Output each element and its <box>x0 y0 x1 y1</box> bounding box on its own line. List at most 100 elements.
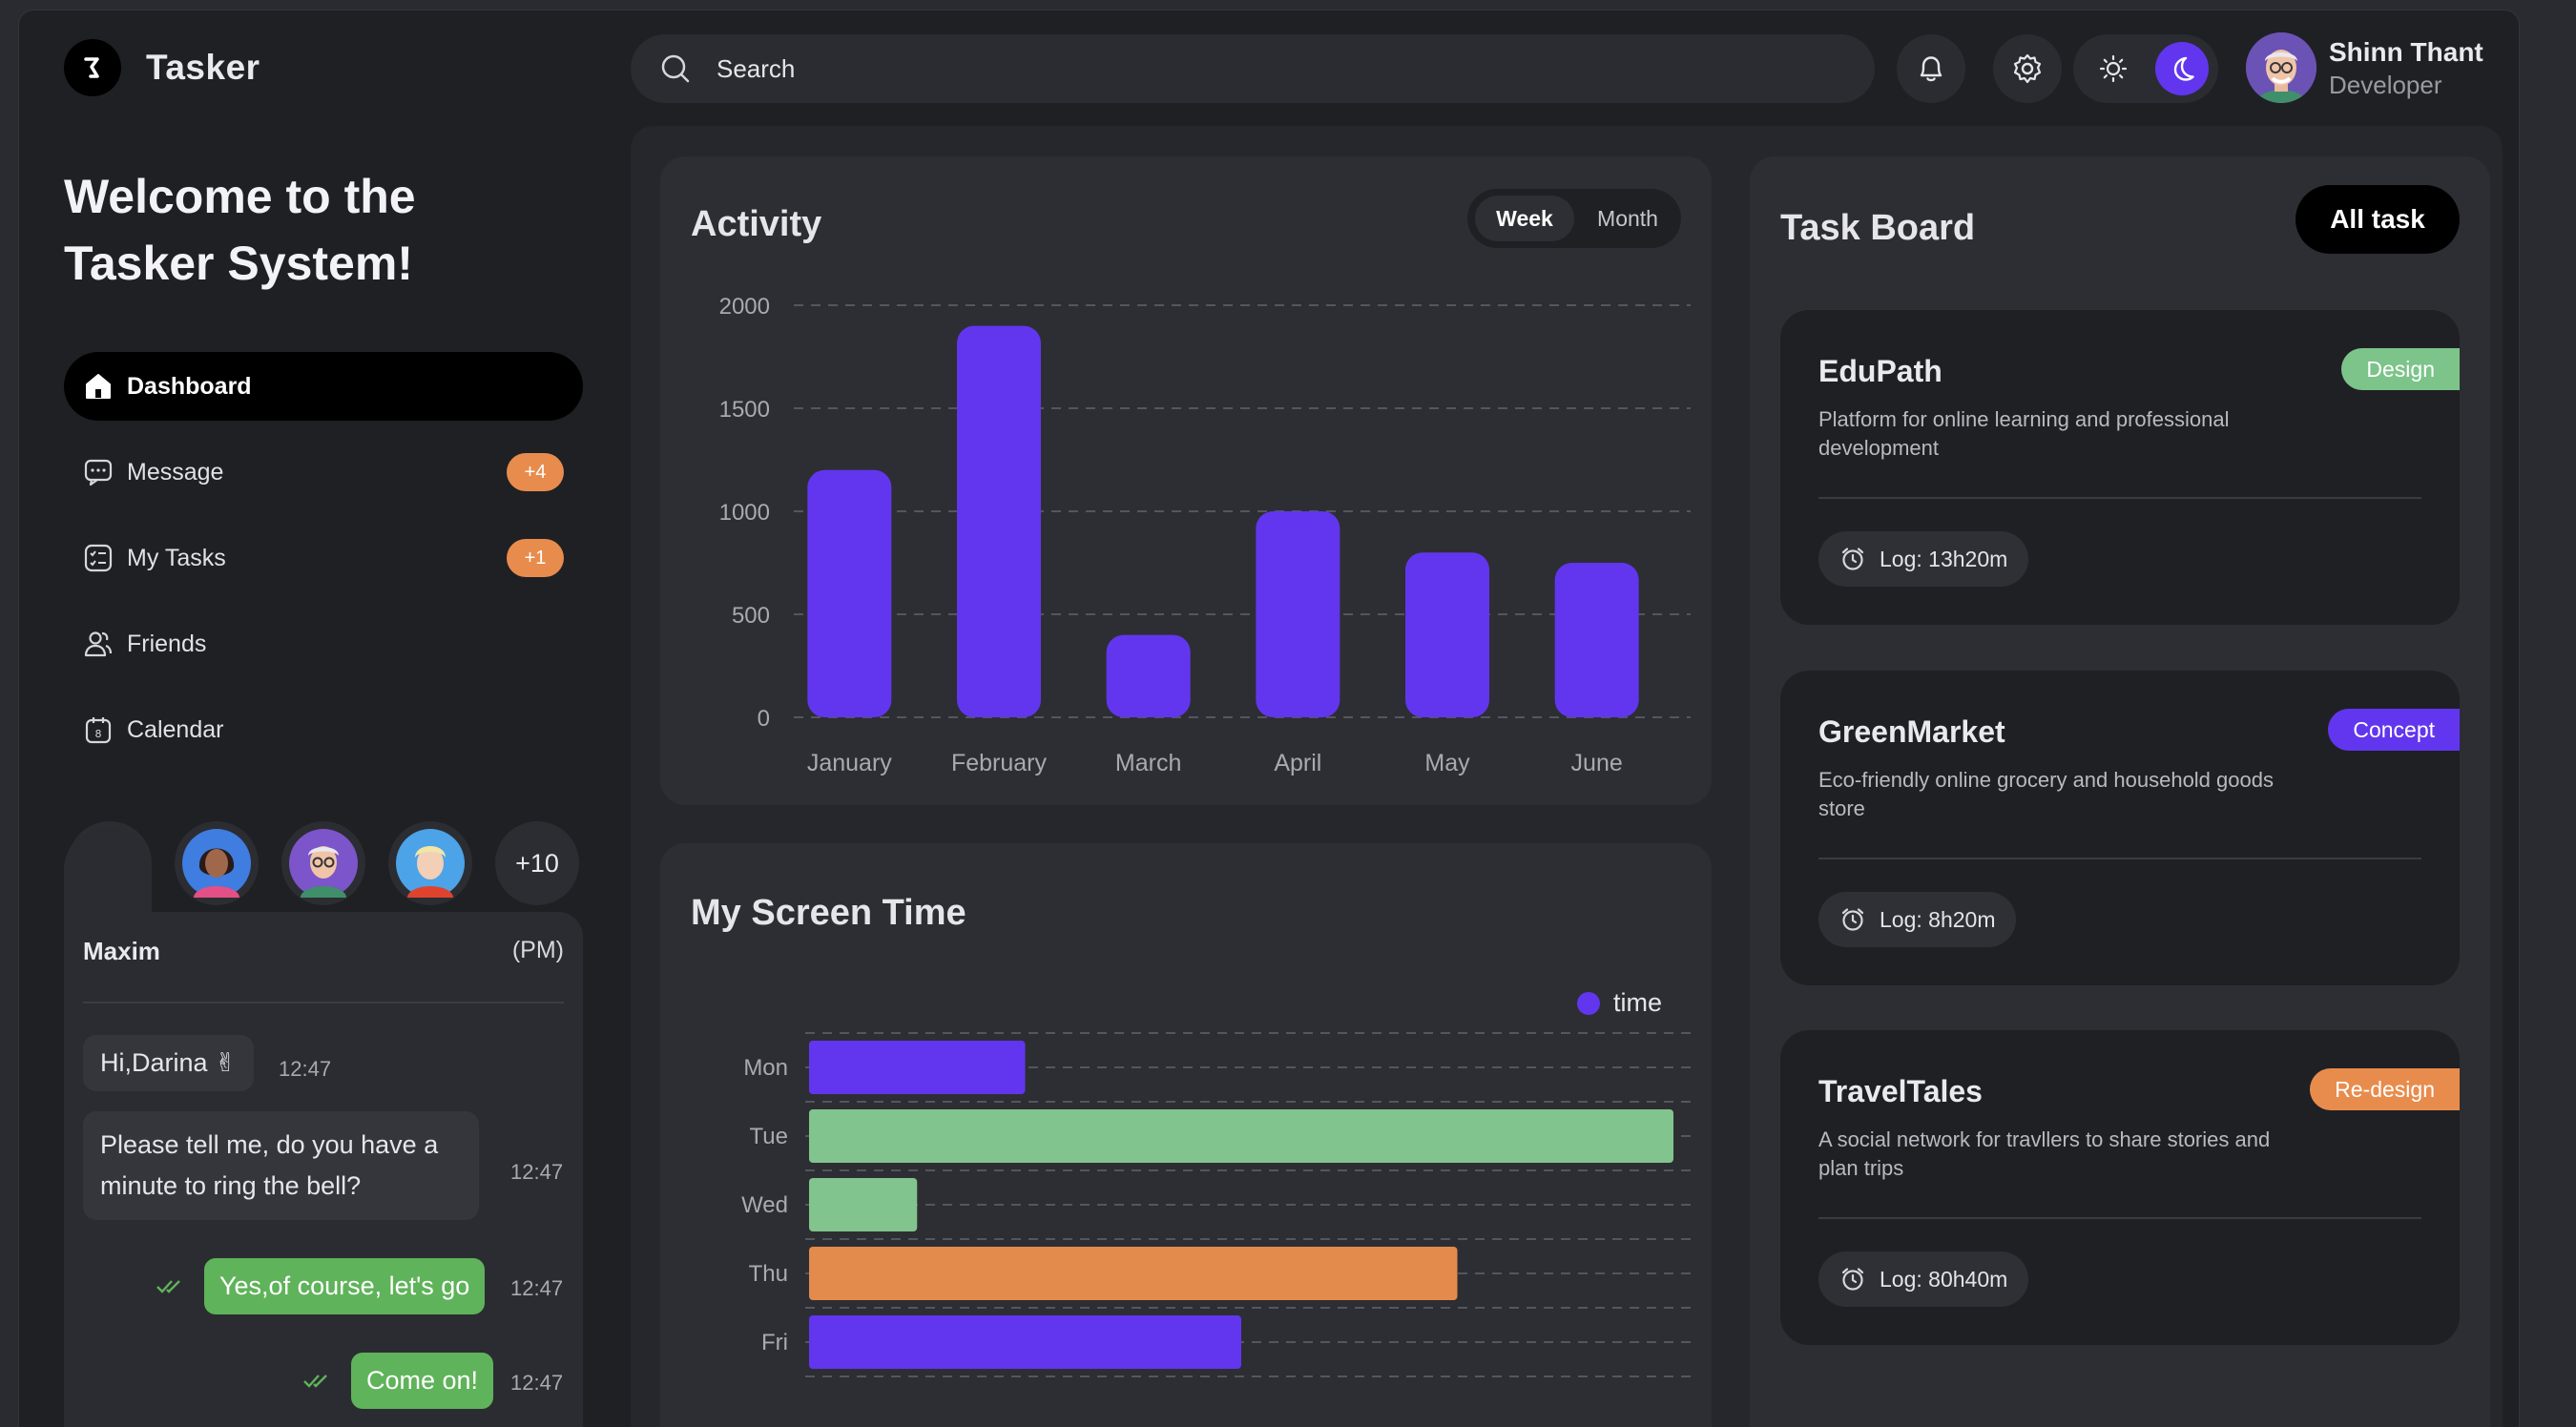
chat-contact-name: Maxim <box>83 937 160 965</box>
bar <box>957 325 1041 717</box>
welcome-line-2: Tasker System! <box>64 237 413 290</box>
more-friends-button[interactable]: +10 <box>495 821 579 905</box>
divider <box>83 1002 564 1003</box>
app-logo[interactable]: Tasker <box>64 39 260 96</box>
chat-period: (PM) <box>511 937 564 963</box>
bar <box>1554 563 1639 717</box>
x-tick-label: January <box>807 750 892 776</box>
bar <box>809 1109 1673 1163</box>
task-log-label: Log: 8h20m <box>1880 906 1996 932</box>
task-log: Log: 13h20m <box>1818 531 2029 587</box>
y-tick-label: Mon <box>743 1055 788 1081</box>
divider <box>1818 858 2421 859</box>
sidebar-item-dashboard[interactable]: Dashboard <box>64 352 583 421</box>
x-tick-label: May <box>1424 750 1470 776</box>
friend-avatar[interactable] <box>281 821 365 905</box>
sidebar-item-label: Message <box>127 458 224 486</box>
activity-card: Activity Week Month 2000 1500 1000 500 0 Janu… <box>660 156 1712 805</box>
message-time: 12:47 <box>510 1371 564 1395</box>
sidebar-item-message[interactable]: Message +4 <box>64 438 583 507</box>
task-description: Platform for online learning and profess… <box>1818 407 2230 460</box>
tasks-icon <box>84 544 113 572</box>
task-description: Eco-friendly online grocery and househol… <box>1818 768 2274 820</box>
notifications-button[interactable] <box>1897 34 1965 103</box>
search-bar[interactable]: Search <box>631 34 1875 103</box>
moon-icon <box>2173 56 2194 81</box>
search-icon <box>661 54 690 83</box>
bar <box>1106 634 1191 717</box>
task-card[interactable]: GreenMarket Eco-friendly online grocery … <box>1780 671 2460 985</box>
y-tick-label: 1000 <box>719 500 770 526</box>
bar <box>809 1247 1458 1300</box>
message-icon <box>84 459 113 486</box>
activity-chart: 2000 1500 1000 500 0 January February March Apri… <box>719 294 1691 776</box>
dark-mode-button[interactable] <box>2155 42 2209 95</box>
y-tick-label: Fri <box>761 1330 788 1355</box>
message-time: 12:47 <box>510 1160 564 1184</box>
message-text-line-2: minute to ring the bell? <box>100 1171 362 1200</box>
theme-toggle[interactable] <box>2073 34 2218 103</box>
task-tag: Re-design <box>2310 1068 2460 1110</box>
task-tag: Design <box>2341 348 2460 390</box>
alarm-clock-icon <box>1841 1268 1864 1291</box>
double-check-icon <box>156 1280 180 1293</box>
bar <box>807 469 892 717</box>
double-check-icon <box>303 1375 327 1388</box>
sidebar-item-my-tasks[interactable]: My Tasks +1 <box>64 524 583 592</box>
tasks-count-badge: +1 <box>507 539 564 577</box>
task-tag: Concept <box>2328 709 2460 751</box>
bar <box>809 1178 918 1231</box>
task-description: A social network for travllers to share … <box>1818 1127 2271 1180</box>
message-time: 12:47 <box>279 1057 332 1081</box>
divider <box>1818 497 2421 499</box>
sun-icon <box>2099 54 2128 83</box>
light-mode-button[interactable] <box>2087 42 2140 95</box>
message-bubble-outgoing: Yes,of course, let's go <box>204 1258 486 1314</box>
task-card[interactable]: TravelTales A social network for travlle… <box>1780 1030 2460 1345</box>
message-count-badge: +4 <box>507 453 564 491</box>
y-tick-label: 0 <box>758 706 770 732</box>
message-bubble-incoming: Please tell me, do you have a minute to … <box>83 1111 479 1220</box>
bar <box>809 1315 1241 1369</box>
message-time: 12:47 <box>510 1276 564 1300</box>
task-card[interactable]: EduPath Platform for online learning and… <box>1780 310 2460 625</box>
avatar[interactable] <box>2246 32 2316 103</box>
friends-icon <box>84 631 113 657</box>
x-tick-label: April <box>1274 750 1321 776</box>
x-tick-label: June <box>1571 750 1623 776</box>
y-tick-label: 2000 <box>719 294 770 320</box>
chat-active-avatar-tab <box>64 826 152 914</box>
sidebar-item-label: Calendar <box>127 715 224 743</box>
task-board-title: Task Board <box>1780 208 1976 248</box>
app-name: Tasker <box>146 48 260 87</box>
task-name: TravelTales <box>1818 1074 1983 1108</box>
task-log: Log: 8h20m <box>1818 892 2017 947</box>
gear-icon <box>2013 53 2042 84</box>
task-name: GreenMarket <box>1818 714 2005 749</box>
svg-text:8: 8 <box>95 728 102 740</box>
alarm-clock-icon <box>1841 548 1864 570</box>
sidebar-item-label: My Tasks <box>127 544 226 571</box>
screen-time-card: My Screen Time time Mon Tue Wed Thu Fri <box>660 843 1712 1427</box>
friend-avatar[interactable] <box>175 821 259 905</box>
friend-avatar[interactable] <box>388 821 472 905</box>
more-friends-count: +10 <box>515 848 559 878</box>
task-name: EduPath <box>1818 354 1942 388</box>
task-log-label: Log: 80h40m <box>1880 1266 2008 1292</box>
message-bubble-outgoing: Come on! <box>351 1353 494 1409</box>
message-text-line-1: Please tell me, do you have a <box>100 1130 439 1159</box>
page-title: Welcome to the Tasker System! <box>64 163 598 297</box>
y-tick-label: Thu <box>749 1261 788 1287</box>
alarm-clock-icon <box>1841 908 1864 931</box>
app-window: Tasker Search Shinn Thant Developer Welc… <box>18 10 2520 1427</box>
home-icon <box>86 374 111 399</box>
x-tick-label: February <box>951 750 1048 776</box>
task-board-card: Task Board All task EduPath Platform for… <box>1750 156 2490 1427</box>
chat-panel: Maxim (PM) Hi,Darina ✌ 12:47 Please tell… <box>64 826 583 1427</box>
settings-button[interactable] <box>1993 34 2062 103</box>
all-tasks-button[interactable]: All task <box>2296 185 2460 254</box>
sidebar-item-calendar[interactable]: 8 Calendar <box>64 695 583 764</box>
search-input[interactable]: Search <box>717 54 795 84</box>
screen-time-chart: Mon Tue Wed Thu Fri <box>741 1032 1691 1377</box>
sidebar-item-friends[interactable]: Friends <box>64 610 583 678</box>
